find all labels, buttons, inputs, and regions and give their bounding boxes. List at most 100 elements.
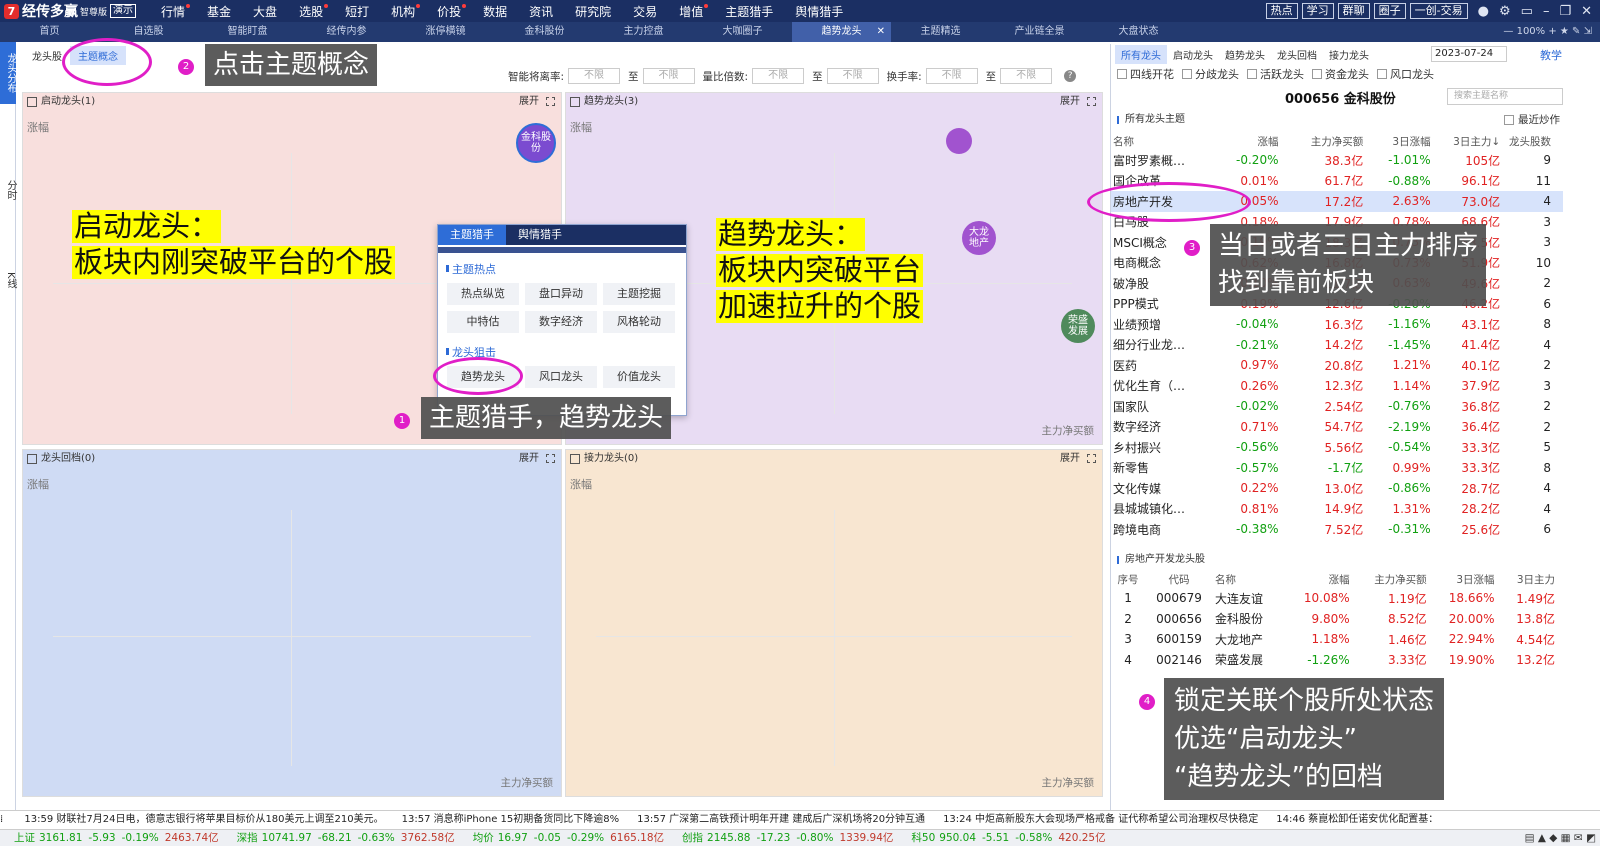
page-tab[interactable]: 趋势龙头 ✕ xyxy=(792,22,891,42)
stock-bubble-jinke[interactable]: 金科股份 xyxy=(516,123,556,163)
menu-theme-mining[interactable]: 主题挖掘 xyxy=(603,283,675,305)
side-tab-kline[interactable]: K线 xyxy=(0,250,16,310)
index-item[interactable]: 科50 950.04 -5.51 -0.58% 420.25亿 xyxy=(911,830,1105,846)
circle-button[interactable]: 圈子 xyxy=(1373,3,1406,19)
page-tab[interactable]: 大咖圈子 xyxy=(693,22,792,42)
news-item[interactable]: 13:59 财联社7月24日电，德意志银行将苹果目标价从180美元上调至210美… xyxy=(24,814,383,825)
menu-cte-valuation[interactable]: 中特估 xyxy=(447,311,519,333)
fullscreen-icon[interactable] xyxy=(1087,97,1096,106)
dragon-type-tab[interactable]: 启动龙头 xyxy=(1167,45,1219,64)
column-header[interactable]: 3日主力 xyxy=(1497,570,1563,588)
trade-button[interactable]: 一创-交易 xyxy=(1409,3,1468,19)
column-header[interactable]: 主力净买额 xyxy=(1352,570,1429,588)
menu-value-dragon[interactable]: 价值龙头 xyxy=(603,366,675,388)
table-row[interactable]: 富时罗素概… -0.20% 38.3亿 -1.01% 105亿 9 xyxy=(1111,150,1563,171)
help-icon[interactable]: ? xyxy=(1064,70,1077,82)
menu-hot-overview[interactable]: 热点纵览 xyxy=(447,283,519,305)
minimize-icon[interactable]: – xyxy=(1543,4,1550,19)
gear-icon[interactable]: ⚙ xyxy=(1499,4,1511,19)
index-item[interactable]: 创指 2145.88 -17.23 -0.80% 1339.94亿 xyxy=(682,830,893,846)
table-row[interactable]: 优化生育（… 0.26% 12.3亿 1.14% 37.9亿 3 xyxy=(1111,376,1563,397)
hotspot-button[interactable]: 热点 xyxy=(1265,3,1298,19)
group-chat-button[interactable]: 群聊 xyxy=(1337,3,1370,19)
fullscreen-icon[interactable] xyxy=(1087,454,1096,463)
menu-item[interactable]: 大盘 xyxy=(242,3,288,20)
menu-item[interactable]: 舆情猎手 xyxy=(784,3,854,20)
menu-item[interactable]: 研究院 xyxy=(564,3,622,20)
close-tab-icon[interactable]: ✕ xyxy=(877,22,885,42)
table-row[interactable]: 跨境电商 -0.38% 7.52亿 -0.31% 25.6亿 6 xyxy=(1111,519,1563,540)
filter-checkbox[interactable]: 风口龙头 xyxy=(1377,66,1434,82)
date-picker[interactable]: 2023-07-24 xyxy=(1431,46,1507,62)
expand-button[interactable]: 展开 xyxy=(1060,450,1080,468)
menu-item[interactable]: 机构 xyxy=(380,3,426,20)
column-header[interactable]: 主力净买额 xyxy=(1280,132,1365,150)
deviation-min-input[interactable]: 不限 xyxy=(568,68,621,84)
table-row[interactable]: 4 002146 荣盛发展 -1.26% 3.33亿 19.90% 13.2亿 xyxy=(1111,650,1563,671)
news-item[interactable]: 13:57 广深第二高铁预计明年开建 建成后广深机场将20分钟互通 xyxy=(637,814,925,825)
menu-item[interactable]: 基金 xyxy=(196,3,242,20)
turnover-max-input[interactable]: 不限 xyxy=(1000,68,1053,84)
page-tab[interactable]: 大盘状态 xyxy=(1089,22,1188,42)
column-header[interactable]: 3日涨幅 xyxy=(1365,132,1432,150)
stock-bubble-dalong[interactable]: 大龙地产 xyxy=(962,221,996,255)
filter-checkbox[interactable]: 资金龙头 xyxy=(1312,66,1369,82)
side-tab-intraday[interactable]: 分时 xyxy=(0,160,16,220)
page-tab[interactable]: 智能盯盘 xyxy=(198,22,297,42)
popup-tab-theme-hunter[interactable]: 主题猎手 xyxy=(438,225,506,245)
page-tab[interactable]: 经传内参 xyxy=(297,22,396,42)
page-tab[interactable]: 金科股份 xyxy=(495,22,594,42)
theme-search-input[interactable]: 搜索主题名称 xyxy=(1447,88,1563,105)
teach-link[interactable]: 教学 xyxy=(1540,47,1562,63)
column-header[interactable]: 代码 xyxy=(1145,570,1213,588)
page-tab[interactable]: 主题精选 xyxy=(891,22,990,42)
news-item[interactable]: 14:46 蔡崑松卸任诺安优化配置基： xyxy=(1276,814,1438,825)
filter-checkbox[interactable]: 活跃龙头 xyxy=(1247,66,1304,82)
page-tab[interactable]: 首页 xyxy=(0,22,99,42)
news-ticker[interactable]: ⁞ 13:59 财联社7月24日电，德意志银行将苹果目标价从180美元上调至21… xyxy=(0,810,1600,828)
menu-tape-anomaly[interactable]: 盘口异动 xyxy=(525,283,597,305)
menu-item[interactable]: 增值 xyxy=(668,3,714,20)
table-row[interactable]: 1 000679 大连友谊 10.08% 1.19亿 18.66% 1.49亿 xyxy=(1111,588,1563,609)
dragon-type-tab[interactable]: 趋势龙头 xyxy=(1219,45,1271,64)
page-tab[interactable]: 主力控盘 xyxy=(594,22,693,42)
expand-button[interactable]: 展开 xyxy=(1060,93,1080,111)
layout-icon[interactable]: ▭ xyxy=(1521,4,1533,19)
table-row[interactable]: 细分行业龙… -0.21% 14.2亿 -1.45% 41.4亿 4 xyxy=(1111,335,1563,356)
expand-button[interactable]: 展开 xyxy=(519,93,539,111)
news-item[interactable]: 13:57 消息称iPhone 15初期备货同比下降逾8% xyxy=(402,814,620,825)
table-row[interactable]: 3 600159 大龙地产 1.18% 1.46亿 22.94% 4.54亿 xyxy=(1111,629,1563,650)
column-header[interactable]: 名称 xyxy=(1111,132,1213,150)
user-icon[interactable]: ● xyxy=(1478,4,1489,19)
filter-checkbox[interactable]: 分歧龙头 xyxy=(1182,66,1239,82)
filter-checkbox[interactable]: 四线开花 xyxy=(1117,66,1174,82)
menu-item[interactable]: 价投 xyxy=(426,3,472,20)
column-header[interactable]: 序号 xyxy=(1111,570,1145,588)
side-tab-dragon-distribution[interactable]: 龙头分布 xyxy=(0,42,16,104)
menu-style-rotation[interactable]: 风格轮动 xyxy=(603,311,675,333)
menu-item[interactable]: 资讯 xyxy=(518,3,564,20)
table-row[interactable]: 乡村振兴 -0.56% 5.56亿 -0.54% 33.3亿 5 xyxy=(1111,437,1563,458)
menu-item[interactable]: 数据 xyxy=(472,3,518,20)
deviation-max-input[interactable]: 不限 xyxy=(642,68,695,84)
menu-item[interactable]: 短打 xyxy=(334,3,380,20)
volume-ratio-max-input[interactable]: 不限 xyxy=(826,68,879,84)
page-tab[interactable]: 涨停横镜 xyxy=(396,22,495,42)
index-item[interactable]: 上证 3161.81 -5.93 -0.19% 2463.74亿 xyxy=(14,830,219,846)
expand-button[interactable]: 展开 xyxy=(519,450,539,468)
table-row[interactable]: 医药 0.97% 20.8亿 1.21% 40.1亿 2 xyxy=(1111,355,1563,376)
menu-digital-economy[interactable]: 数字经济 xyxy=(525,311,597,333)
index-item[interactable]: 均价 16.97 -0.05 -0.29% 6165.18亿 xyxy=(473,830,664,846)
fullscreen-icon[interactable] xyxy=(546,97,555,106)
news-item[interactable]: 13:24 中炬高新股东大会现场严格戒备 证代称希望公司治理权尽快稳定 xyxy=(943,814,1258,825)
table-row[interactable]: 2 000656 金科股份 9.80% 8.52亿 20.00% 13.8亿 xyxy=(1111,609,1563,630)
table-row[interactable]: 数字经济 0.71% 54.7亿 -2.19% 36.4亿 2 xyxy=(1111,417,1563,438)
fullscreen-icon[interactable] xyxy=(546,454,555,463)
column-header[interactable]: 龙头股数 xyxy=(1502,132,1563,150)
column-header[interactable]: 3日主力↓ xyxy=(1433,132,1503,150)
zoom-control[interactable]: — 100% + ★ ✎ ⇲ xyxy=(1503,22,1592,42)
turnover-min-input[interactable]: 不限 xyxy=(925,68,978,84)
column-header[interactable]: 涨幅 xyxy=(1284,570,1352,588)
page-tab[interactable]: 产业链全景 xyxy=(990,22,1089,42)
menu-item[interactable]: 选股 xyxy=(288,3,334,20)
